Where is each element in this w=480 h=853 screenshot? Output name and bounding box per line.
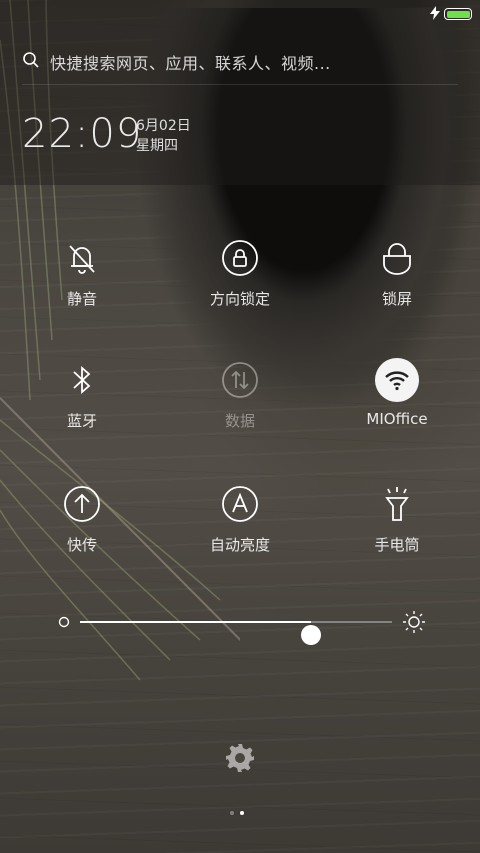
tile-label: 静音	[66, 290, 97, 308]
flashlight-icon	[375, 482, 419, 526]
tile-label: 手电筒	[374, 536, 420, 554]
brightness-thumb[interactable]	[300, 625, 321, 645]
tile-bluetooth[interactable]: 蓝牙	[12, 358, 152, 448]
tile-silent[interactable]: 静音	[12, 236, 152, 326]
page-dot	[230, 811, 234, 815]
tile-label: 锁屏	[381, 290, 412, 308]
tile-lock-screen[interactable]: 锁屏	[327, 236, 467, 326]
auto-brightness-icon	[218, 482, 262, 526]
bell-off-icon	[60, 236, 104, 280]
tile-auto-brightness[interactable]: 自动亮度	[170, 482, 310, 572]
wifi-icon	[375, 358, 419, 402]
lock-icon	[375, 236, 419, 280]
lightning-icon	[430, 5, 440, 24]
tile-label: 蓝牙	[66, 412, 97, 430]
tile-quick-transfer[interactable]: 快传	[12, 482, 152, 572]
tile-label: MIOffice	[366, 410, 428, 428]
search-placeholder: 快捷搜索网页、应用、联系人、视频...	[50, 54, 331, 73]
brightness-high-icon	[402, 610, 426, 638]
tile-mobile-data[interactable]: 数据	[170, 358, 310, 448]
tile-flashlight[interactable]: 手电筒	[327, 482, 467, 572]
rotation-lock-icon	[218, 236, 262, 280]
brightness-track[interactable]	[80, 621, 392, 645]
upload-icon	[60, 482, 104, 526]
weekday-label: 星期四	[136, 138, 178, 154]
clock-date[interactable]: 6月02日 星期四	[136, 116, 191, 156]
tile-label: 快传	[66, 536, 97, 554]
status-bar	[430, 5, 472, 24]
search-icon	[22, 51, 40, 73]
page-indicator	[230, 811, 244, 815]
tile-label: 自动亮度	[209, 536, 270, 554]
brightness-low-icon	[56, 614, 72, 634]
search-bar[interactable]: 快捷搜索网页、应用、联系人、视频...	[22, 40, 458, 85]
tile-wifi[interactable]: MIOffice	[327, 358, 467, 448]
brightness-slider[interactable]	[56, 608, 426, 645]
page-dot-active	[240, 811, 244, 815]
tile-rotation-lock[interactable]: 方向锁定	[170, 236, 310, 326]
gear-icon[interactable]	[224, 742, 256, 774]
tile-label: 方向锁定	[209, 290, 270, 308]
battery-full-icon	[444, 8, 472, 20]
brightness-fill	[80, 621, 311, 623]
bluetooth-icon	[60, 358, 104, 402]
mobile-data-icon	[218, 358, 262, 402]
clock-time[interactable]: 22:09	[22, 108, 142, 160]
tile-label: 数据	[224, 412, 255, 430]
date-label: 6月02日	[136, 118, 191, 134]
